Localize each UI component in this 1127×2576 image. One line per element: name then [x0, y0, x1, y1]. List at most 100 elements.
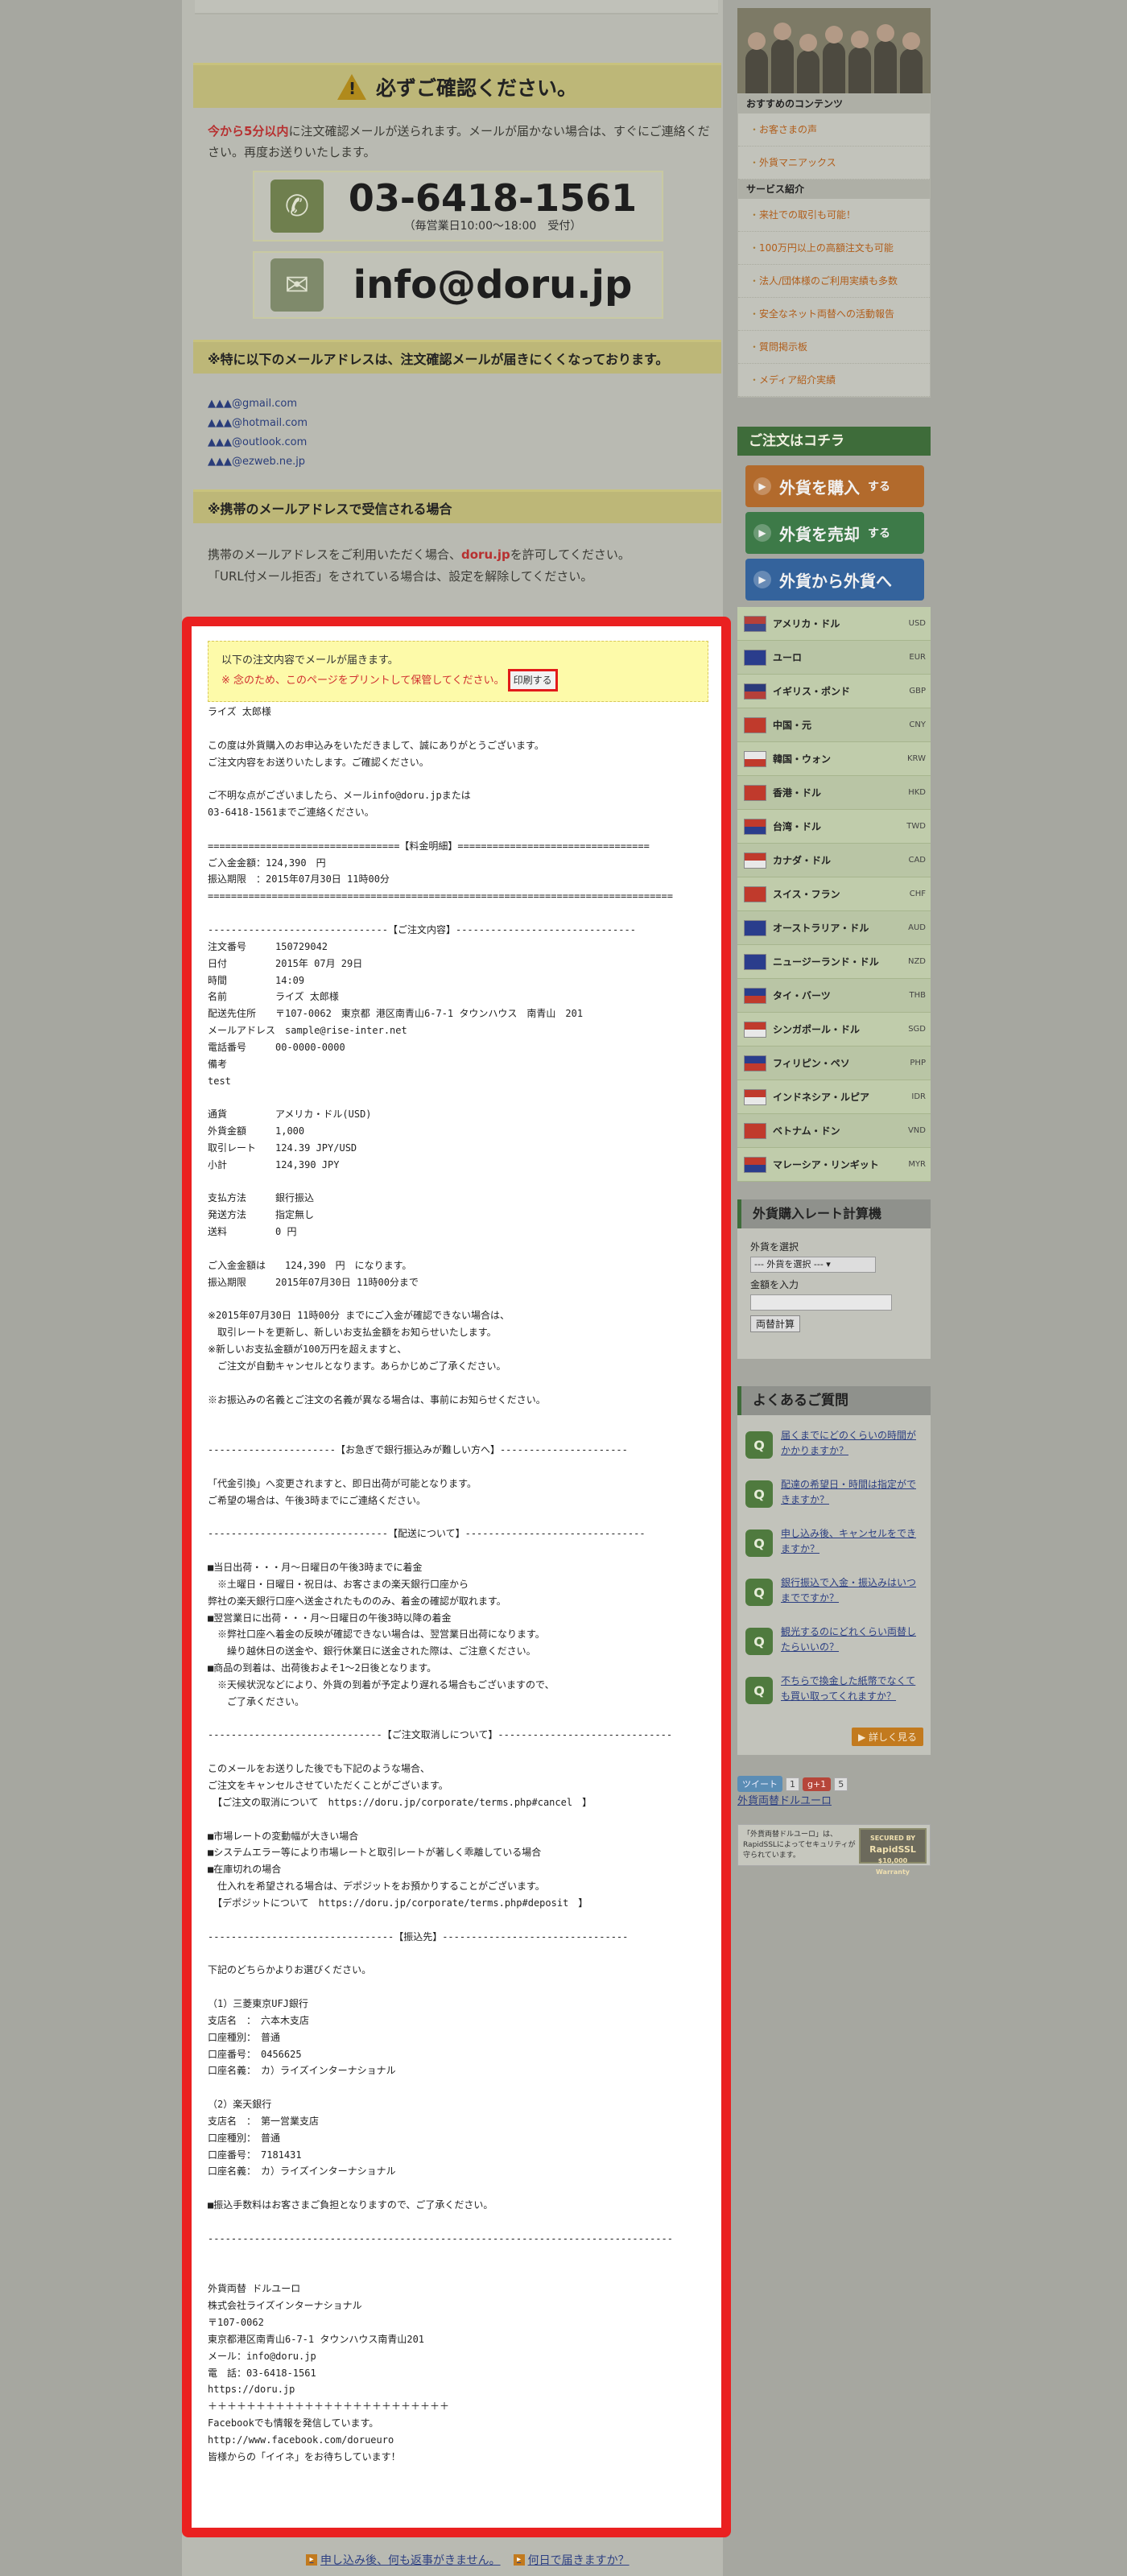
link-maniacs[interactable]: 外貨マニアックス	[738, 147, 930, 180]
currency-code: HKD	[908, 788, 926, 797]
flag-icon	[744, 886, 766, 902]
currency-code: AUD	[908, 923, 926, 932]
flag-icon	[744, 818, 766, 835]
service-link[interactable]: 質問掲示板	[738, 331, 930, 364]
currency-code: PHP	[910, 1059, 926, 1067]
faq-link-delivery-days[interactable]: ▸ 何日で届きますか？	[513, 2552, 630, 2568]
question-icon: Q	[745, 1480, 773, 1508]
calculate-button[interactable]: 両替計算	[750, 1315, 801, 1332]
button-label: 外貨を売却	[779, 524, 860, 544]
currency-item-idr[interactable]: インドネシア・ルピア IDR	[737, 1080, 931, 1114]
currency-name: フィリピン・ペソ	[773, 1058, 850, 1069]
flag-icon	[744, 852, 766, 869]
faq-item[interactable]: Q 配達の希望日・時間は指定ができますか？	[745, 1477, 923, 1526]
faq-question[interactable]: 届くまでにどのくらいの時間がかかりますか？	[781, 1428, 923, 1459]
bottom-links: ▸ 申し込み後、何も返事がきません。 ▸ 何日で届きますか？	[306, 2552, 630, 2568]
service-link[interactable]: 安全なネット両替への活動報告	[738, 298, 930, 331]
currency-item-thb[interactable]: タイ・バーツ THB	[737, 979, 931, 1013]
question-icon: Q	[745, 1431, 773, 1459]
currency-item-cny[interactable]: 中国・元 CNY	[737, 708, 931, 742]
flag-icon	[744, 1088, 766, 1105]
gplus-count: 5	[834, 1777, 848, 1791]
mail-domain-heading: ※特に以下のメールアドレスは、注文確認メールが届きにくくなっております。	[193, 340, 721, 374]
currency-item-php[interactable]: フィリピン・ペソ PHP	[737, 1046, 931, 1080]
currency-name: 台湾・ドル	[773, 821, 822, 832]
currency-item-krw[interactable]: 韓国・ウォン KRW	[737, 742, 931, 776]
currency-item-usd[interactable]: アメリカ・ドル USD	[737, 607, 931, 641]
arrow-right-icon: ▶	[753, 477, 771, 495]
ssl-badge[interactable]: SECURED BY RapidSSL $10,000 Warranty	[859, 1828, 927, 1876]
question-icon: Q	[745, 1579, 773, 1606]
amount-label: 金額を入力	[750, 1279, 799, 1290]
currency-item-sgd[interactable]: シンガポール・ドル SGD	[737, 1013, 931, 1046]
flag-icon	[744, 716, 766, 733]
print-button[interactable]: 印刷する	[507, 669, 558, 691]
currency-item-chf[interactable]: スイス・フラン CHF	[737, 877, 931, 911]
currency-code: VND	[907, 1126, 926, 1135]
mobile-text: 携帯のメールアドレスをご利用いただく場合、doru.jpを許可してください。 「…	[208, 544, 715, 588]
currency-name: マレーシア・リンギット	[773, 1159, 879, 1170]
currency-name: アメリカ・ドル	[773, 618, 840, 630]
faq-item[interactable]: Q 観光するのにどれくらい両替したらいいの？	[745, 1624, 923, 1674]
select-value: --- 外貨を選択 ---	[754, 1259, 824, 1269]
currency-name: 中国・元	[773, 720, 812, 731]
calculator-heading: 外貨購入レート計算機	[737, 1199, 931, 1228]
faq-item[interactable]: Q 申し込み後、キャンセルをできますか？	[745, 1526, 923, 1575]
currency-list: アメリカ・ドル USD ユーロ EUR イギリス・ポンド GBP 中国・元 CNY 韓国・ウォン…	[737, 607, 931, 1182]
flag-icon	[744, 987, 766, 1004]
mobile-line1b: を許可してください。	[510, 547, 630, 562]
email-body: ライズ 太郎様 この度は外貨購入のお申込みをいただきまして、誠にありがとうござい…	[208, 706, 673, 2462]
faq-question[interactable]: 申し込み後、キャンセルをできますか？	[781, 1526, 923, 1557]
site-link[interactable]: 外貨両替ドルユーロ	[737, 1792, 832, 1807]
currency-item-cad[interactable]: カナダ・ドル CAD	[737, 844, 931, 877]
currency-item-myr[interactable]: マレーシア・リンギット MYR	[737, 1148, 931, 1182]
currency-item-twd[interactable]: 台湾・ドル TWD	[737, 810, 931, 844]
link-customer-voice[interactable]: お客さまの声	[738, 114, 930, 147]
faq-link-no-reply[interactable]: ▸ 申し込み後、何も返事がきません。	[306, 2552, 501, 2568]
sell-currency-button[interactable]: ▶ 外貨を売却 する	[745, 512, 924, 554]
list-item: ▲▲▲@ezweb.ne.jp	[208, 456, 306, 468]
currency-item-gbp[interactable]: イギリス・ポンド GBP	[737, 675, 931, 708]
print-note-line2: ※ 念のため、このページをプリントして保管してください。	[221, 675, 505, 687]
service-link[interactable]: 来社での取引も可能！	[738, 199, 930, 232]
faq-item[interactable]: Q 不ちらで換金した紙幣でなくても買い取ってくれますか？	[745, 1674, 923, 1723]
faq-question[interactable]: 銀行振込で入金・振込みはいつまでですか？	[781, 1575, 923, 1606]
faq-question[interactable]: 不ちらで換金した紙幣でなくても買い取ってくれますか？	[781, 1674, 923, 1704]
list-item: ▲▲▲@gmail.com	[208, 398, 297, 410]
faq-more-button[interactable]: ▶ 詳しく見る	[852, 1728, 924, 1746]
phone-contact[interactable]: ✆ 03-6418-1561 （毎営業日10:00〜18:00 受付）	[253, 171, 663, 242]
currency-to-currency-button[interactable]: ▶ 外貨から外貨へ	[745, 559, 924, 601]
currency-item-hkd[interactable]: 香港・ドル HKD	[737, 776, 931, 810]
currency-name: ユーロ	[773, 652, 803, 663]
faq-item[interactable]: Q 銀行振込で入金・振込みはいつまでですか？	[745, 1575, 923, 1624]
currency-code: EUR	[909, 653, 926, 662]
faq-question[interactable]: 観光するのにどれくらい両替したらいいの？	[781, 1624, 923, 1655]
top-strip	[195, 0, 718, 14]
currency-select[interactable]: --- 外貨を選択 --- ▾	[750, 1257, 876, 1273]
currency-item-vnd[interactable]: ベトナム・ドン VND	[737, 1114, 931, 1148]
currency-code: IDR	[911, 1092, 926, 1101]
currency-item-aud[interactable]: オーストラリア・ドル AUD	[737, 911, 931, 945]
recommended-heading: おすすめのコンテンツ	[738, 94, 930, 114]
print-note-line1: 以下の注文内容でメールが届きます。	[221, 654, 398, 667]
service-link[interactable]: メディア紹介実績	[738, 364, 930, 397]
buy-currency-button[interactable]: ▶ 外貨を購入 する	[745, 465, 924, 507]
service-link[interactable]: 100万円以上の高額注文も可能	[738, 232, 930, 265]
faq-item[interactable]: Q 届くまでにどのくらいの時間がかかりますか？	[745, 1428, 923, 1477]
warning-icon: !	[336, 73, 366, 100]
order-heading: ご注文はコチラ	[737, 427, 931, 456]
service-link[interactable]: 法人/団体様のご利用実績も多数	[738, 265, 930, 298]
currency-item-nzd[interactable]: ニュージーランド・ドル NZD	[737, 945, 931, 979]
currency-item-eur[interactable]: ユーロ EUR	[737, 641, 931, 675]
mail-contact[interactable]: ✉ info@doru.jp	[253, 251, 663, 319]
phone-hours: （毎営業日10:00〜18:00 受付）	[403, 220, 582, 233]
flag-icon	[744, 750, 766, 767]
gplus-button[interactable]: g+1	[803, 1777, 832, 1791]
mail-domain-list: ▲▲▲@gmail.com ▲▲▲@hotmail.com ▲▲▲@outloo…	[208, 394, 308, 472]
tweet-button[interactable]: ツイート	[737, 1776, 782, 1792]
amount-input[interactable]	[750, 1294, 892, 1311]
question-icon: Q	[745, 1530, 773, 1557]
rate-calculator: 外貨を選択 --- 外貨を選択 --- ▾ 金額を入力 両替計算	[737, 1228, 931, 1359]
faq-question[interactable]: 配達の希望日・時間は指定ができますか？	[781, 1477, 923, 1508]
notice-time: 今から5分以内	[208, 124, 289, 138]
